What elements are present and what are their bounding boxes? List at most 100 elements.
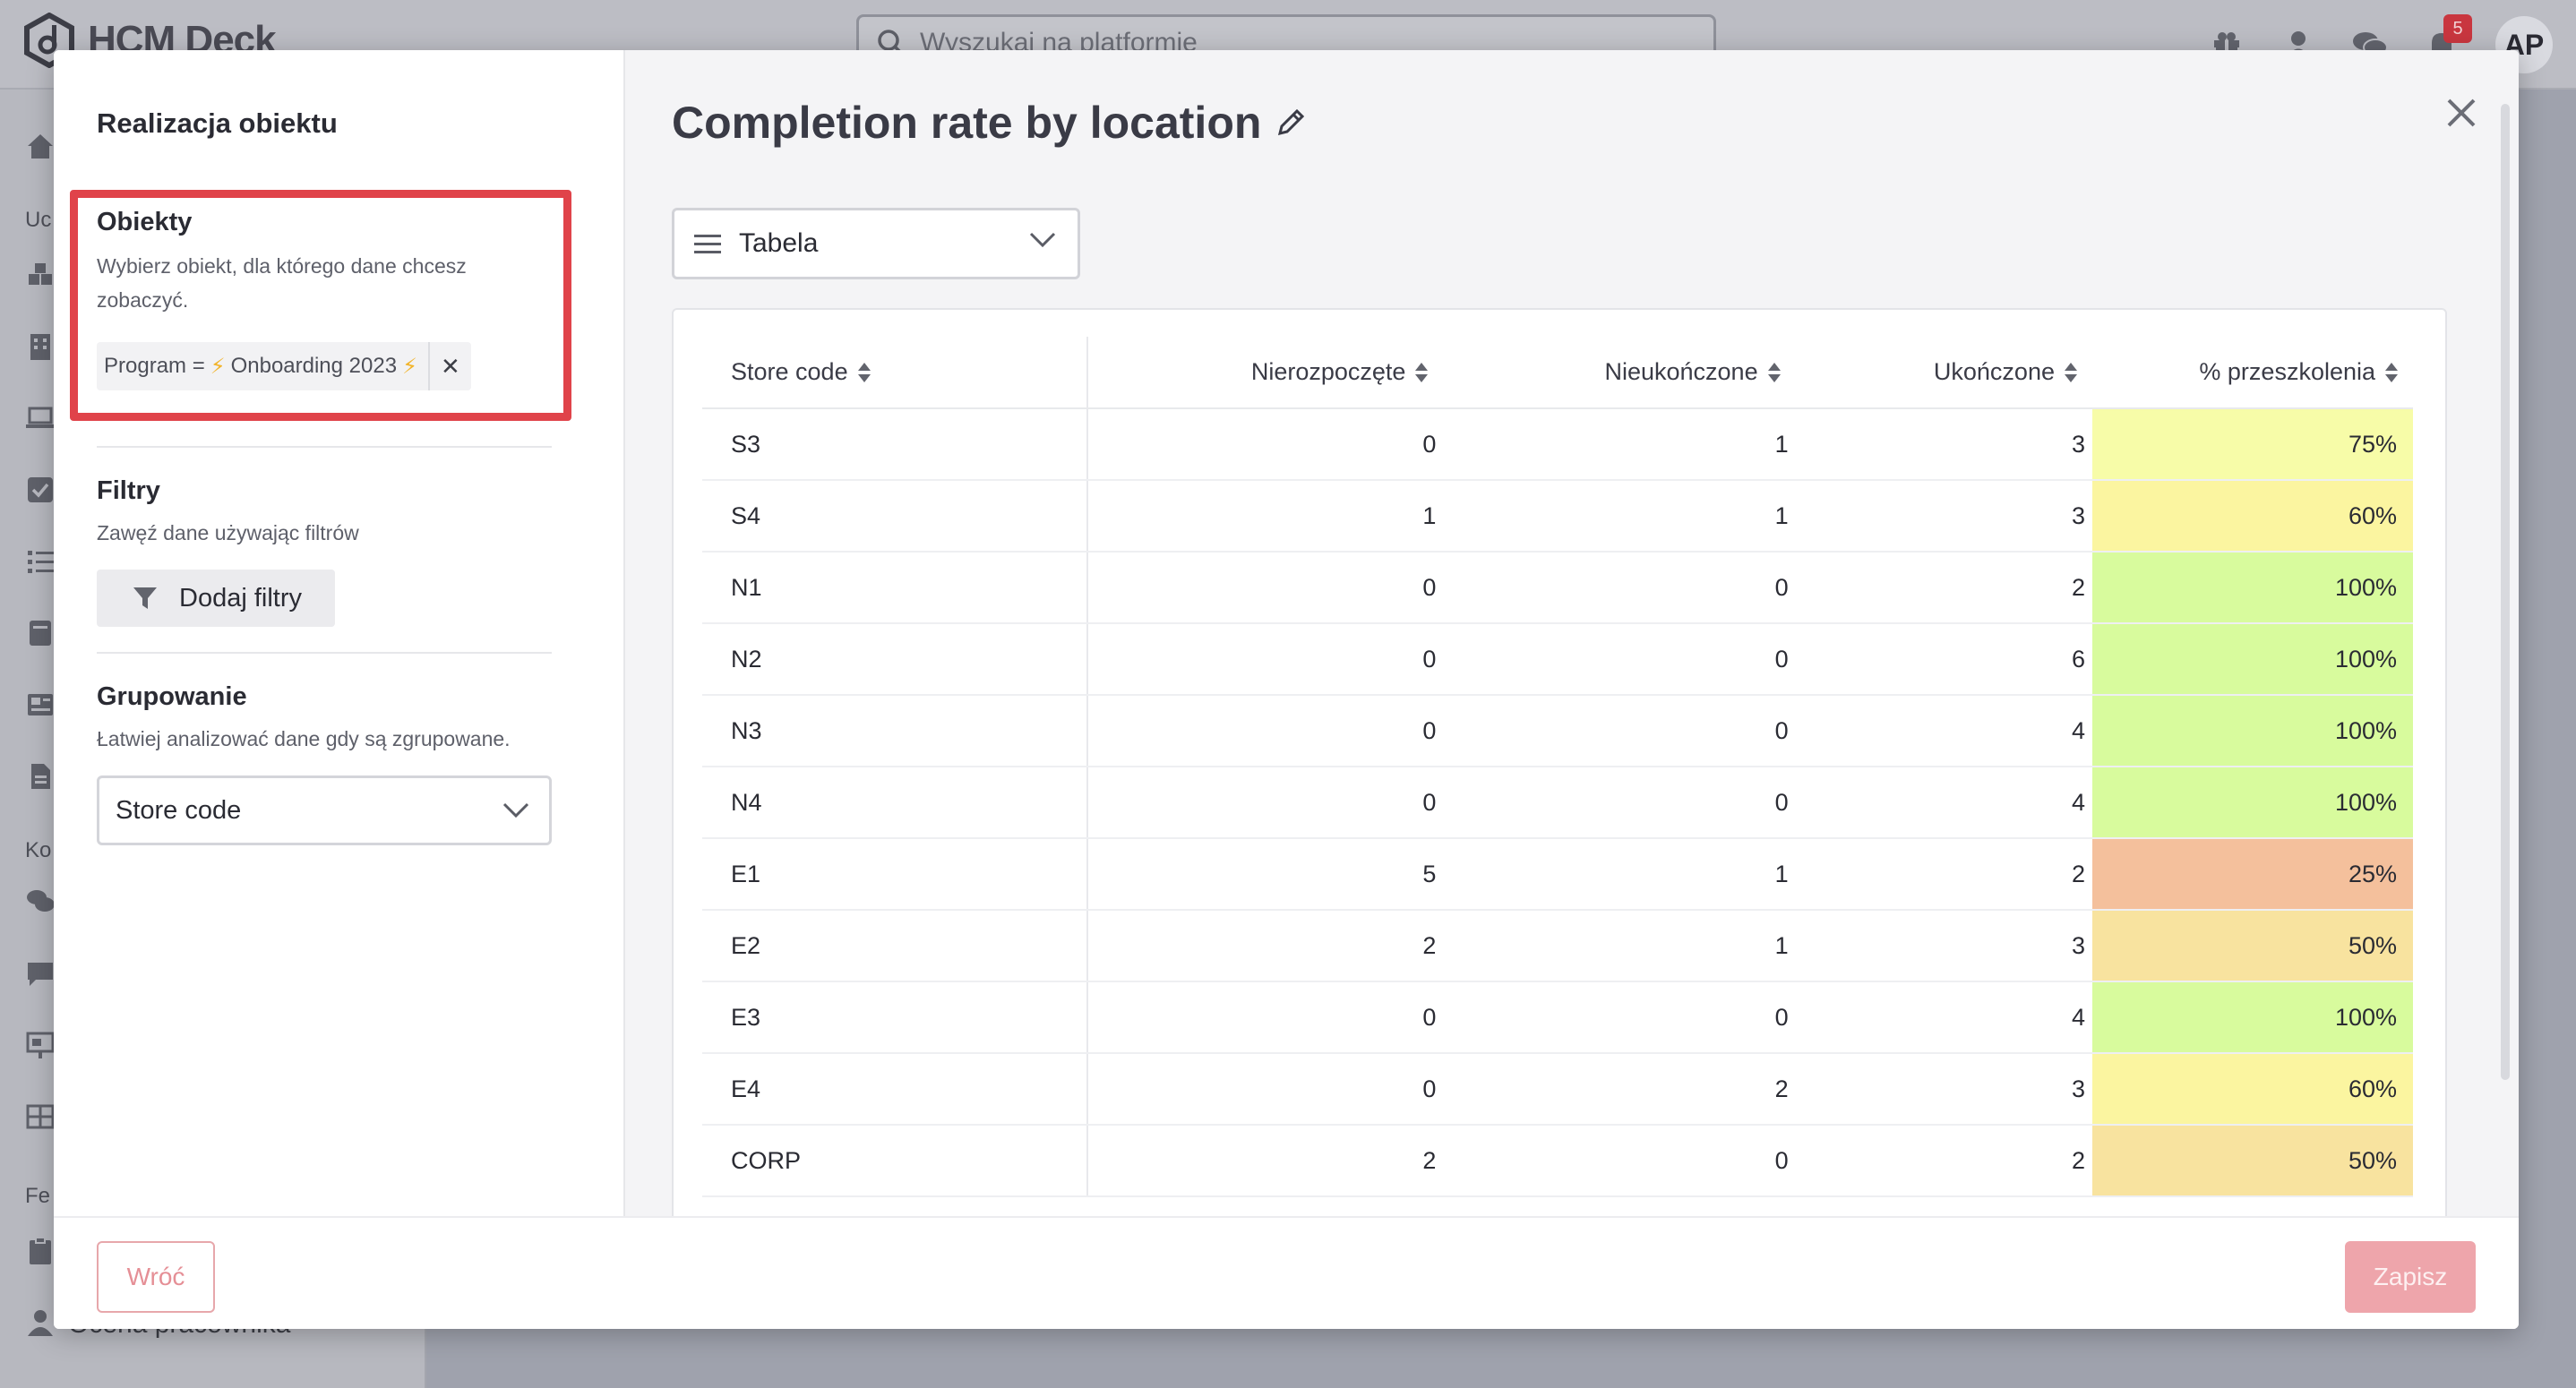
book-icon[interactable] bbox=[25, 618, 56, 648]
grouping-section-description: Łatwiej analizować dane gdy są zgrupowan… bbox=[97, 727, 511, 750]
cell-completed: 3 bbox=[1795, 910, 2092, 982]
cell-completed: 2 bbox=[1795, 838, 2092, 911]
cell-store-code: CORP bbox=[702, 1125, 1088, 1197]
cell-completed: 4 bbox=[1795, 695, 2092, 767]
cell-unfinished: 1 bbox=[1443, 480, 1796, 553]
objects-section-title: Obiekty bbox=[97, 208, 193, 236]
filters-section-title: Filtry bbox=[97, 476, 160, 505]
cell-not-started: 0 bbox=[1087, 981, 1444, 1054]
cell-completed: 4 bbox=[1795, 981, 2092, 1054]
cell-not-started: 5 bbox=[1087, 838, 1444, 911]
cell-unfinished: 0 bbox=[1443, 1125, 1796, 1197]
cell-unfinished: 0 bbox=[1443, 767, 1796, 839]
cell-store-code: S4 bbox=[702, 480, 1088, 553]
cell-store-code: E3 bbox=[702, 981, 1088, 1054]
config-panel: Realizacja obiektu Obiekty Wybierz obiek… bbox=[54, 50, 625, 1216]
document-icon[interactable] bbox=[25, 761, 56, 792]
cell-unfinished: 1 bbox=[1443, 838, 1796, 911]
cell-unfinished: 0 bbox=[1443, 981, 1796, 1054]
cell-unfinished: 0 bbox=[1443, 623, 1796, 696]
sort-icon bbox=[2065, 362, 2077, 382]
column-header-completed[interactable]: Ukończone bbox=[1795, 337, 2092, 409]
column-header-training-pct[interactable]: % przeszkolenia bbox=[2092, 337, 2413, 409]
message-icon[interactable] bbox=[25, 958, 56, 989]
cell-store-code: N1 bbox=[702, 552, 1088, 624]
view-type-value: Tabela bbox=[739, 228, 819, 258]
lightning-icon: ⚡ bbox=[210, 354, 226, 379]
object-filter-chip[interactable]: Program = ⚡ Onboarding 2023 ⚡ ✕ bbox=[97, 342, 471, 390]
back-button[interactable]: Wróć bbox=[97, 1241, 215, 1313]
table-grid-icon[interactable] bbox=[25, 1101, 56, 1132]
objects-section-description: Wybierz obiekt, dla którego dane chcesz … bbox=[97, 254, 467, 312]
table-row: N3 0 0 4 100% bbox=[702, 695, 2413, 767]
divider bbox=[97, 446, 552, 448]
edit-pencil-icon[interactable] bbox=[1275, 107, 1306, 138]
table-header-row: Store code Nierozpoczęte Nieukończone Uk… bbox=[702, 337, 2413, 409]
cell-training-pct: 100% bbox=[2092, 981, 2413, 1054]
cell-training-pct: 100% bbox=[2092, 552, 2413, 624]
table-row: N1 0 0 2 100% bbox=[702, 552, 2413, 624]
column-header-not-started[interactable]: Nierozpoczęte bbox=[1087, 337, 1444, 409]
clipboard-icon[interactable] bbox=[25, 1236, 56, 1266]
remove-chip-close-icon[interactable]: ✕ bbox=[427, 342, 471, 390]
cell-unfinished: 2 bbox=[1443, 1053, 1796, 1126]
cell-not-started: 0 bbox=[1087, 767, 1444, 839]
report-config-modal: Realizacja obiektu Obiekty Wybierz obiek… bbox=[54, 50, 2519, 1329]
cell-training-pct: 60% bbox=[2092, 1053, 2413, 1126]
table-row: E3 0 0 4 100% bbox=[702, 981, 2413, 1054]
cell-unfinished: 0 bbox=[1443, 695, 1796, 767]
cell-store-code: E2 bbox=[702, 910, 1088, 982]
config-panel-title: Realizacja obiektu bbox=[97, 107, 338, 139]
cell-completed: 2 bbox=[1795, 552, 2092, 624]
lightning-icon: ⚡ bbox=[402, 354, 417, 379]
cell-unfinished: 0 bbox=[1443, 552, 1796, 624]
cell-store-code: S3 bbox=[702, 408, 1088, 481]
add-filters-button[interactable]: Dodaj filtry bbox=[97, 570, 335, 627]
results-table-card: Store code Nierozpoczęte Nieukończone Uk… bbox=[672, 308, 2447, 1221]
cell-training-pct: 75% bbox=[2092, 408, 2413, 481]
home-icon[interactable] bbox=[25, 131, 56, 161]
employee-icon[interactable] bbox=[25, 1307, 56, 1338]
sort-icon bbox=[1767, 362, 1781, 382]
checkbox-icon[interactable] bbox=[25, 475, 56, 505]
sort-icon bbox=[1415, 362, 1429, 382]
table-row: E4 0 2 3 60% bbox=[702, 1053, 2413, 1126]
add-filters-label: Dodaj filtry bbox=[179, 583, 302, 613]
panel-scrollbar[interactable] bbox=[2501, 104, 2510, 1080]
chip-value: Onboarding 2023 bbox=[230, 354, 398, 378]
cell-training-pct: 50% bbox=[2092, 910, 2413, 982]
notification-badge: 5 bbox=[2443, 14, 2472, 43]
cubes-icon[interactable] bbox=[25, 260, 56, 290]
cell-completed: 6 bbox=[1795, 623, 2092, 696]
table-body: S3 0 1 3 75% S4 1 1 3 60% N1 0 0 2 100% N2 0 0 6 100% N3 0 0 4 1… bbox=[702, 408, 2413, 1197]
cell-training-pct: 100% bbox=[2092, 695, 2413, 767]
cell-store-code: N3 bbox=[702, 695, 1088, 767]
building-icon[interactable] bbox=[25, 331, 56, 362]
table-row: S3 0 1 3 75% bbox=[702, 408, 2413, 481]
cell-training-pct: 100% bbox=[2092, 623, 2413, 696]
close-icon[interactable] bbox=[2442, 93, 2481, 133]
column-header-unfinished[interactable]: Nieukończone bbox=[1443, 337, 1796, 409]
comments-icon[interactable] bbox=[25, 887, 56, 917]
column-header-store-code[interactable]: Store code bbox=[702, 337, 1088, 409]
cell-not-started: 0 bbox=[1087, 695, 1444, 767]
cell-unfinished: 1 bbox=[1443, 910, 1796, 982]
sidebar-section-communication: Ko bbox=[25, 838, 52, 862]
cell-not-started: 1 bbox=[1087, 480, 1444, 553]
view-type-select[interactable]: Tabela bbox=[672, 208, 1080, 279]
task-list-icon[interactable] bbox=[25, 546, 56, 577]
save-button[interactable]: Zapisz bbox=[2345, 1241, 2476, 1313]
cell-store-code: E1 bbox=[702, 838, 1088, 911]
chevron-down-icon bbox=[1029, 232, 1056, 248]
newspaper-icon[interactable] bbox=[25, 690, 56, 720]
table-row: E1 5 1 2 25% bbox=[702, 838, 2413, 911]
table-row: CORP 2 0 2 50% bbox=[702, 1125, 2413, 1197]
table-row: N2 0 0 6 100% bbox=[702, 623, 2413, 696]
presentation-icon[interactable] bbox=[25, 1030, 56, 1060]
grouping-select-value: Store code bbox=[116, 795, 242, 825]
filters-section-description: Zawęź dane używając filtrów bbox=[97, 521, 359, 544]
cell-not-started: 0 bbox=[1087, 408, 1444, 481]
cell-completed: 2 bbox=[1795, 1125, 2092, 1197]
laptop-icon[interactable] bbox=[25, 403, 56, 433]
grouping-select[interactable]: Store code bbox=[97, 775, 552, 845]
